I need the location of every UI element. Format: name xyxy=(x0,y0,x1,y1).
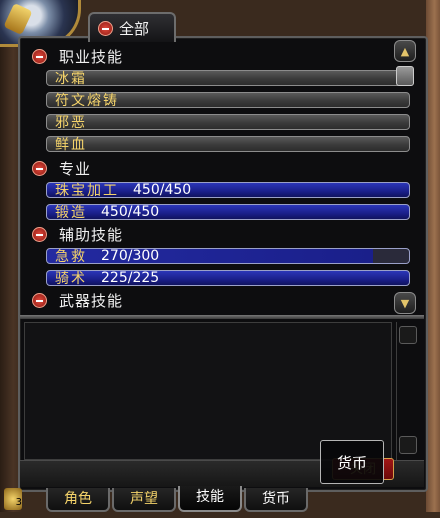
category-label: 专业 xyxy=(59,159,92,178)
skill-rank: 450/450 xyxy=(133,182,192,198)
category-label: 武器技能 xyxy=(59,291,124,310)
skill-row[interactable]: 符文熔铸 xyxy=(46,92,410,109)
tab-currency[interactable]: 货币 xyxy=(244,488,308,512)
skill-rank: 270/300 xyxy=(101,248,160,264)
category-header[interactable]: 职业技能 xyxy=(32,46,123,66)
skill-name: 珠宝加工 xyxy=(55,183,119,199)
skill-name: 邪恶 xyxy=(55,115,87,131)
skill-name: 鲜血 xyxy=(55,137,87,153)
skill-name: 符文熔铸 xyxy=(55,93,119,109)
collapse-icon[interactable] xyxy=(32,160,47,176)
tab-reputation[interactable]: 声望 xyxy=(112,488,176,512)
right-background xyxy=(426,0,440,512)
tab-skills[interactable]: 技能 xyxy=(178,486,242,512)
skill-row[interactable]: 冰霜 xyxy=(46,70,410,87)
skill-row[interactable]: 锻造 450/450 xyxy=(46,204,410,221)
category-header[interactable]: 辅助技能 xyxy=(32,224,123,244)
tab-character[interactable]: 角色 xyxy=(46,488,110,512)
skill-row[interactable]: 骑术 225/225 xyxy=(46,270,410,287)
skill-row[interactable]: 急救 270/300 xyxy=(46,248,410,265)
skill-row[interactable]: 珠宝加工 450/450 xyxy=(46,182,410,199)
skill-list-scrollbar[interactable]: ▲ ▼ xyxy=(394,40,418,316)
tooltip: 货币 xyxy=(320,440,384,484)
category-label: 辅助技能 xyxy=(59,225,124,244)
collapse-icon xyxy=(98,20,113,36)
skill-row[interactable]: 邪恶 xyxy=(46,114,410,131)
skill-rank: 450/450 xyxy=(101,204,160,220)
scroll-down-button[interactable]: ▼ xyxy=(394,292,416,314)
skill-name: 急救 xyxy=(55,249,87,265)
scroll-thumb[interactable] xyxy=(396,66,414,86)
skill-list: 职业技能 冰霜 符文熔铸 邪恶 鲜血 专业 珠宝加工 450/450 锻造 45… xyxy=(28,44,410,314)
skill-name: 锻造 xyxy=(55,205,87,221)
collapse-icon[interactable] xyxy=(32,226,47,242)
category-header[interactable]: 武器技能 xyxy=(32,290,123,310)
collapse-icon[interactable] xyxy=(32,48,47,64)
detail-scroll-down-button[interactable] xyxy=(399,436,417,454)
scroll-up-button[interactable]: ▲ xyxy=(394,40,416,62)
skill-name: 冰霜 xyxy=(55,71,87,87)
detail-scroll-up-button[interactable] xyxy=(399,326,417,344)
skill-rank: 225/225 xyxy=(101,270,160,286)
bottom-tab-bar: 角色 声望 技能 货币 xyxy=(0,486,440,512)
detail-scrollbar[interactable] xyxy=(396,322,419,460)
skill-name: 骑术 xyxy=(55,271,87,287)
category-label: 职业技能 xyxy=(59,47,124,66)
category-header[interactable]: 专业 xyxy=(32,158,91,178)
tab-all[interactable]: 全部 xyxy=(88,12,176,42)
panel-divider xyxy=(20,315,424,319)
tab-all-label: 全部 xyxy=(119,19,150,38)
collapse-icon[interactable] xyxy=(32,292,47,308)
skill-row[interactable]: 鲜血 xyxy=(46,136,410,153)
portrait-emblem-icon xyxy=(3,2,33,36)
